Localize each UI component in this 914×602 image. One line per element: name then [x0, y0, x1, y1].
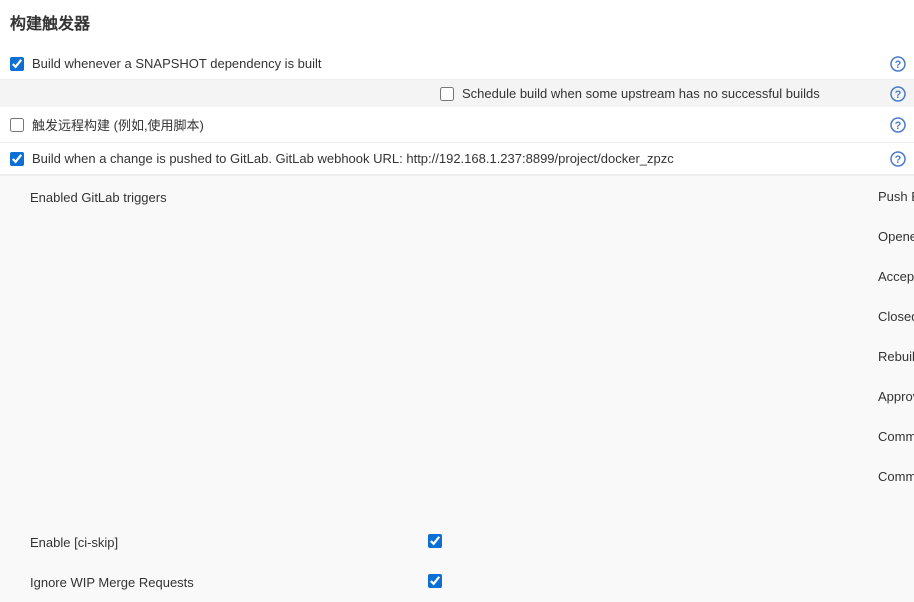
- help-icon[interactable]: ?: [890, 117, 906, 133]
- svg-text:?: ?: [895, 154, 902, 166]
- help-icon[interactable]: ?: [890, 151, 906, 167]
- remote-trigger-checkbox[interactable]: [10, 118, 24, 132]
- ci-skip-checkbox[interactable]: [428, 534, 442, 548]
- ignore-wip-label: Ignore WIP Merge Requests: [30, 575, 430, 590]
- ci-skip-label: Enable [ci-skip]: [30, 535, 430, 550]
- accepted-mr-label: Accepted Merge Request Events: [878, 269, 914, 284]
- row-remote-trigger: 触发远程构建 (例如,使用脚本) ?: [0, 107, 914, 143]
- gitlab-webhook-label: Build when a change is pushed to GitLab.…: [32, 151, 904, 166]
- comments-label: Comments: [878, 429, 914, 444]
- trigger-approved-mr: Approved Merge Requests (EE-only): [450, 376, 904, 416]
- trigger-push-events: Push Events: [450, 176, 904, 216]
- approved-mr-label: Approved Merge Requests (EE-only): [878, 389, 914, 404]
- snapshot-checkbox[interactable]: [10, 57, 24, 71]
- gitlab-triggers-block: Enabled GitLab triggers Push Events Open…: [0, 175, 914, 602]
- schedule-upstream-label: Schedule build when some upstream has no…: [462, 86, 820, 101]
- comment-regex-label: Comment (regex) for triggering a build: [878, 469, 914, 484]
- rebuild-open-mr-label: Rebuild open Merge Requests: [878, 349, 914, 364]
- row-schedule-upstream: Schedule build when some upstream has no…: [0, 80, 914, 107]
- trigger-opened-mr: Opened Merge Request Events: [450, 216, 904, 256]
- help-icon[interactable]: ?: [890, 56, 906, 72]
- opened-mr-label: Opened Merge Request Events: [878, 229, 914, 244]
- row-ci-skip: Enable [ci-skip]: [0, 522, 914, 562]
- trigger-closed-mr: Closed Merge Request Events: [450, 296, 904, 336]
- ignore-wip-checkbox[interactable]: [428, 574, 442, 588]
- row-ignore-wip: Ignore WIP Merge Requests: [0, 562, 914, 602]
- trigger-comments: Comments: [450, 416, 904, 456]
- closed-mr-label: Closed Merge Request Events: [878, 309, 914, 324]
- row-gitlab-webhook: Build when a change is pushed to GitLab.…: [0, 143, 914, 175]
- trigger-accepted-mr: Accepted Merge Request Events: [450, 256, 904, 296]
- row-snapshot: Build whenever a SNAPSHOT dependency is …: [0, 48, 914, 80]
- push-events-label: Push Events: [878, 189, 914, 204]
- section-title: 构建触发器: [0, 0, 914, 48]
- remote-trigger-label: 触发远程构建 (例如,使用脚本): [32, 115, 904, 134]
- svg-text:?: ?: [895, 120, 902, 132]
- svg-text:?: ?: [895, 89, 902, 101]
- snapshot-label: Build whenever a SNAPSHOT dependency is …: [32, 56, 904, 71]
- help-icon[interactable]: ?: [890, 86, 906, 102]
- trigger-rebuild-open-mr: Rebuild open Merge Requests Never: [450, 336, 904, 376]
- trigger-comment-regex: Comment (regex) for triggering a build ?: [450, 456, 904, 496]
- svg-text:?: ?: [895, 59, 902, 71]
- gitlab-webhook-checkbox[interactable]: [10, 152, 24, 166]
- gitlab-triggers-heading: Enabled GitLab triggers: [0, 176, 420, 506]
- schedule-upstream-checkbox[interactable]: [440, 87, 454, 101]
